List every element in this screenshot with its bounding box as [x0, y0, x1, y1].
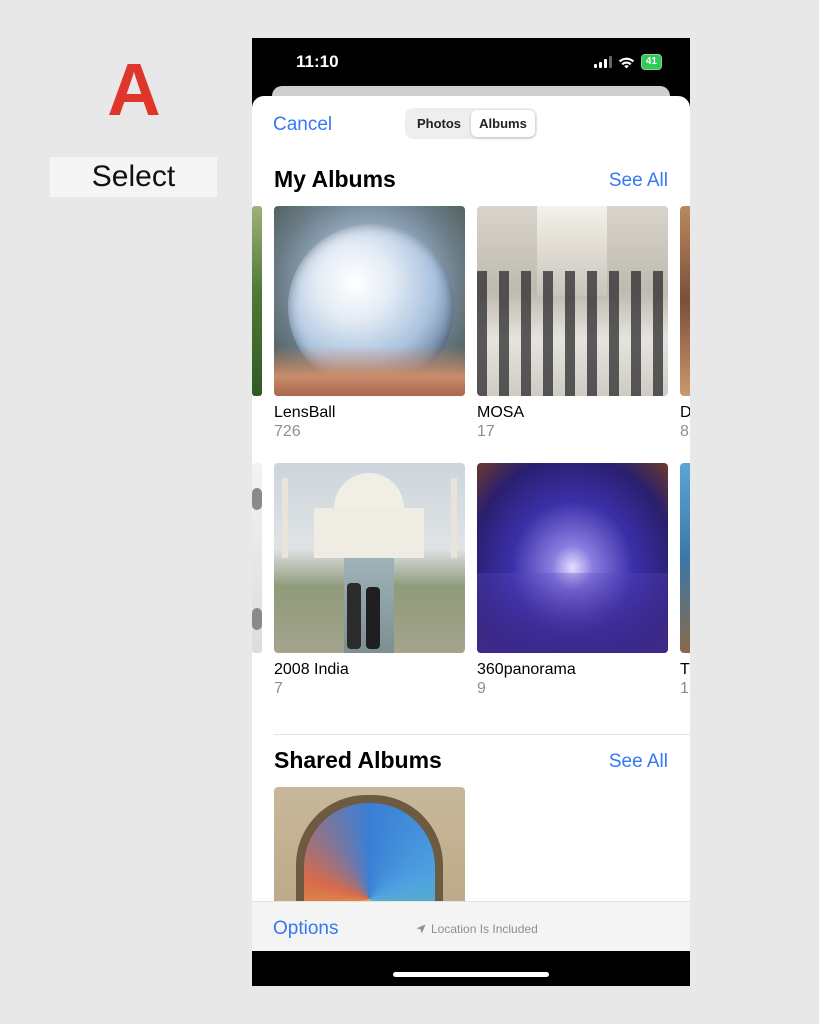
- bottom-toolbar: Options Location Is Included: [252, 901, 690, 951]
- cancel-button[interactable]: Cancel: [273, 114, 332, 136]
- my-albums-see-all-button[interactable]: See All: [609, 170, 668, 192]
- view-segmented-control: Photos Albums: [405, 108, 537, 139]
- location-status: Location Is Included: [416, 922, 538, 936]
- location-arrow-icon: [416, 924, 426, 934]
- album-count: 726: [274, 423, 301, 440]
- cellular-signal-icon: [593, 56, 612, 68]
- status-icons: 41: [593, 54, 662, 70]
- phone-screen: 11:10 41 Cancel Photos Albums My Albums …: [252, 38, 690, 986]
- wifi-icon: [618, 57, 635, 68]
- album-item[interactable]: LensBall 726: [274, 206, 465, 441]
- section-divider: [274, 734, 690, 735]
- album-name: D: [680, 404, 690, 421]
- album-thumbnail: [274, 463, 465, 653]
- step-label: Select: [50, 157, 217, 197]
- album-count: 9: [477, 680, 486, 697]
- album-name: 2008 India: [274, 661, 349, 678]
- home-indicator[interactable]: [393, 972, 549, 977]
- album-thumbnail: [680, 463, 690, 653]
- album-item[interactable]: 2008 India 7: [274, 463, 465, 698]
- tab-albums[interactable]: Albums: [471, 110, 535, 137]
- album-count: 17: [477, 423, 495, 440]
- partial-album-item[interactable]: T 1: [680, 463, 690, 698]
- album-item[interactable]: 360panorama 9: [477, 463, 668, 698]
- album-item[interactable]: MOSA 17: [477, 206, 668, 441]
- album-thumbnail: [477, 206, 668, 396]
- tab-photos[interactable]: Photos: [407, 110, 471, 137]
- album-name: 360panorama: [477, 661, 576, 678]
- status-time: 11:10: [296, 52, 339, 71]
- status-bar: 11:10 41: [252, 38, 690, 88]
- album-name: MOSA: [477, 404, 525, 421]
- step-letter: A: [107, 48, 161, 131]
- partial-album-thumbnail[interactable]: [252, 206, 262, 396]
- album-name: T: [680, 661, 690, 678]
- album-picker-sheet: Cancel Photos Albums My Albums See All L…: [252, 96, 690, 951]
- album-thumbnail: [274, 206, 465, 396]
- battery-icon: 41: [640, 54, 662, 70]
- options-button[interactable]: Options: [273, 918, 338, 940]
- album-count: 8: [680, 423, 689, 440]
- album-count: 7: [274, 680, 283, 697]
- partial-album-thumbnail[interactable]: [252, 463, 262, 653]
- album-name: LensBall: [274, 404, 336, 421]
- shared-albums-see-all-button[interactable]: See All: [609, 751, 668, 773]
- album-thumbnail: [680, 206, 690, 396]
- album-count: 1: [680, 680, 689, 697]
- location-label: Location Is Included: [431, 922, 538, 936]
- partial-album-item[interactable]: D 8: [680, 206, 690, 441]
- my-albums-title: My Albums: [274, 166, 396, 192]
- album-thumbnail: [477, 463, 668, 653]
- shared-albums-title: Shared Albums: [274, 747, 442, 773]
